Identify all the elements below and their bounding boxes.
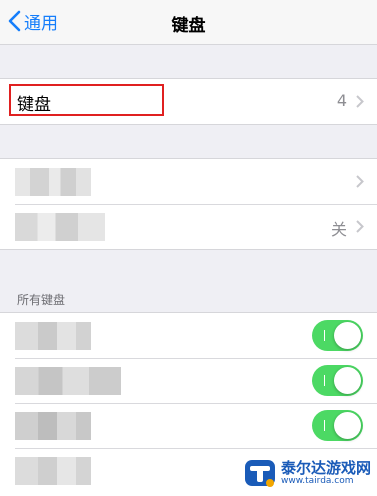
keyboard-item bbox=[0, 313, 377, 358]
chevron-right-icon bbox=[356, 175, 364, 188]
page-title: 键盘 bbox=[171, 16, 206, 36]
settings-group: 关 bbox=[0, 158, 377, 250]
keyboard-toggle[interactable] bbox=[312, 320, 363, 351]
keyboard-item bbox=[0, 403, 377, 448]
keyboard-toggle[interactable] bbox=[312, 365, 363, 396]
watermark: 泰尔达游戏网 www.tairda.com bbox=[243, 454, 371, 492]
watermark-logo-icon bbox=[245, 460, 275, 487]
blurred-label bbox=[15, 213, 105, 241]
blurred-label bbox=[15, 367, 121, 395]
settings-row-2-value: 关 bbox=[330, 220, 347, 239]
highlight-box bbox=[9, 84, 164, 116]
chevron-right-icon bbox=[356, 220, 364, 233]
navigation-bar: 通用 键盘 bbox=[0, 0, 377, 45]
blurred-label bbox=[15, 168, 91, 196]
all-keyboards-header: 所有键盘 bbox=[17, 293, 66, 307]
settings-row-2[interactable]: 关 bbox=[0, 204, 377, 249]
chevron-right-icon bbox=[356, 95, 364, 108]
settings-row-1[interactable] bbox=[0, 159, 377, 204]
watermark-url: www.tairda.com bbox=[281, 476, 354, 486]
keyboard-item bbox=[0, 358, 377, 403]
blurred-label bbox=[15, 322, 91, 350]
blurred-label bbox=[15, 457, 91, 485]
watermark-text: 泰尔达游戏网 bbox=[281, 459, 372, 477]
blurred-label bbox=[15, 412, 91, 440]
keyboards-count: 4 bbox=[336, 91, 347, 110]
keyboard-toggle[interactable] bbox=[312, 410, 363, 441]
